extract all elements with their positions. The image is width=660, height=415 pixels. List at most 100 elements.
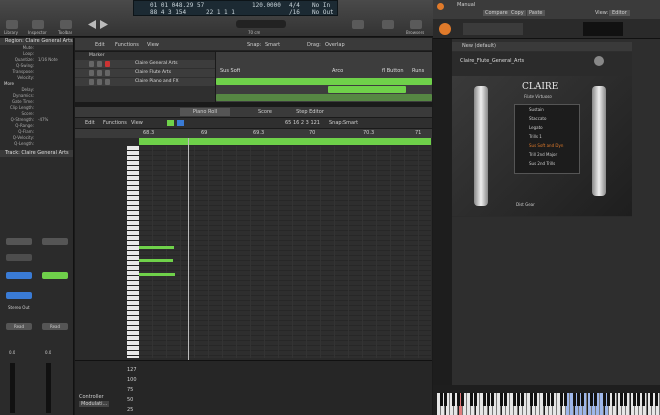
region-title[interactable]: Region: Claire General Arts xyxy=(0,38,73,45)
copy-button[interactable]: Copy xyxy=(509,10,526,16)
track-title[interactable]: Track: Claire General Arts xyxy=(0,150,73,157)
track-row[interactable]: Claire General Arts xyxy=(75,60,215,68)
arrange-area[interactable]: Sus Soft Arco fl Button Runs xyxy=(216,52,432,102)
controller-select[interactable]: Modulati... xyxy=(79,401,110,407)
piano-black-key[interactable] xyxy=(620,393,624,406)
piano-black-key[interactable] xyxy=(624,393,628,406)
solo-button[interactable] xyxy=(97,70,102,76)
marker-fl-button[interactable]: fl Button xyxy=(382,68,404,74)
read-button-2[interactable]: Read xyxy=(42,323,68,330)
piano-black-key[interactable] xyxy=(641,393,645,406)
editor-edit-menu[interactable]: Edit xyxy=(85,120,95,126)
piano-black-key[interactable] xyxy=(602,393,606,406)
piano-black-key[interactable] xyxy=(469,393,473,406)
piano-black-key[interactable] xyxy=(650,393,654,406)
track-name[interactable]: Claire General Arts xyxy=(135,60,178,68)
tracks-drag-value[interactable]: Overlap xyxy=(325,42,345,48)
qstrength-value[interactable]: -47% xyxy=(38,117,48,122)
articulation-item[interactable]: Sustain xyxy=(515,105,579,114)
adjust-icon[interactable] xyxy=(32,20,44,29)
midi-note[interactable] xyxy=(139,246,174,249)
tracks-view-menu[interactable]: View xyxy=(147,42,159,48)
marker-runs[interactable]: Runs xyxy=(412,68,424,74)
articulation-item[interactable]: Legato xyxy=(515,123,579,132)
marker-arco[interactable]: Arco xyxy=(332,68,343,74)
view-select[interactable]: Editor xyxy=(609,10,630,16)
kontakt-keyboard[interactable] xyxy=(433,385,660,415)
piano-black-key[interactable] xyxy=(516,393,520,406)
piano-black-key[interactable] xyxy=(439,393,443,406)
piano-roll[interactable] xyxy=(75,138,432,360)
piano-black-key[interactable] xyxy=(551,393,555,406)
piano-black-key[interactable] xyxy=(564,393,568,406)
solo-button[interactable] xyxy=(97,61,102,67)
kontakt-nav-buttons[interactable] xyxy=(463,23,523,35)
instrument-name[interactable]: Claire_Flute_General_Arts xyxy=(460,58,524,64)
piano-black-key[interactable] xyxy=(499,393,503,406)
piano-black-key[interactable] xyxy=(486,393,490,406)
piano-black-key[interactable] xyxy=(547,393,550,406)
piano-black-key[interactable] xyxy=(590,393,593,406)
piano-black-key[interactable] xyxy=(577,393,581,406)
piano-black-key[interactable] xyxy=(452,393,456,406)
piano-black-key[interactable] xyxy=(611,393,615,406)
midi-note[interactable] xyxy=(139,273,175,276)
send-slot[interactable] xyxy=(6,292,32,299)
piano-black-key[interactable] xyxy=(491,393,495,406)
piano-black-key[interactable] xyxy=(654,393,658,406)
piano-black-key[interactable] xyxy=(456,393,460,406)
tracks-functions-menu[interactable]: Functions xyxy=(115,42,139,48)
articulation-item[interactable]: Sus Soft and Dyn xyxy=(515,141,579,150)
tracks-snap-value[interactable]: Smart xyxy=(265,42,280,48)
volume-fader-2[interactable] xyxy=(46,363,51,413)
play-icon[interactable] xyxy=(100,20,108,29)
piano-black-key[interactable] xyxy=(473,393,477,406)
articulation-item[interactable]: Staccato xyxy=(515,114,579,123)
rewind-icon[interactable] xyxy=(88,20,96,29)
piano-black-key[interactable] xyxy=(482,393,486,406)
piano-black-key[interactable] xyxy=(521,393,525,406)
mute-button[interactable] xyxy=(89,61,94,67)
piano-keyboard[interactable] xyxy=(127,146,139,358)
track-name[interactable]: Claire Flute Arts xyxy=(135,69,171,77)
paste-button[interactable]: Paste xyxy=(527,10,545,16)
volume-fader[interactable] xyxy=(10,363,15,413)
groups-icon[interactable] xyxy=(60,20,72,29)
kontakt-sidebar[interactable] xyxy=(433,39,452,385)
piano-black-key[interactable] xyxy=(594,393,598,406)
piano-black-key[interactable] xyxy=(542,393,546,406)
piano-black-key[interactable] xyxy=(559,393,563,406)
list-editors-icon[interactable] xyxy=(352,20,364,29)
midi-note[interactable] xyxy=(139,259,173,262)
note-grid[interactable] xyxy=(139,146,431,358)
piano-black-key[interactable] xyxy=(637,393,641,406)
power-icon[interactable] xyxy=(437,3,444,10)
instrument-slot[interactable] xyxy=(6,272,32,279)
piano-black-key[interactable] xyxy=(633,393,636,406)
compare-button[interactable]: Compare xyxy=(483,10,510,16)
record-button[interactable] xyxy=(105,79,110,85)
tab-score[interactable]: Score xyxy=(245,108,285,116)
piano-black-key[interactable] xyxy=(504,393,507,406)
track-row[interactable]: Claire Flute Arts xyxy=(75,69,215,77)
articulation-item[interactable]: Trill 2nd Major xyxy=(515,150,579,159)
playhead[interactable] xyxy=(188,138,189,360)
record-button[interactable] xyxy=(105,61,110,67)
region-header-bar[interactable] xyxy=(139,138,431,145)
tab-piano-roll[interactable]: Piano Roll xyxy=(180,108,230,116)
quantize-value[interactable]: 1/16 Note xyxy=(38,57,58,62)
inspector-icon[interactable] xyxy=(6,20,18,29)
tracks-edit-menu[interactable]: Edit xyxy=(95,42,105,48)
zoom-slider[interactable] xyxy=(236,20,286,28)
track-row[interactable]: Claire Piano and FX xyxy=(75,78,215,86)
piano-black-key[interactable] xyxy=(461,393,464,406)
setting-button-2[interactable] xyxy=(42,238,68,245)
tune-knob[interactable] xyxy=(594,56,604,66)
piano-black-key[interactable] xyxy=(443,393,447,406)
eq-button[interactable] xyxy=(6,254,32,261)
piano-black-key[interactable] xyxy=(607,393,611,406)
qlength-row[interactable]: Q-Length: xyxy=(0,141,73,147)
marker-track[interactable]: Marker xyxy=(75,52,215,60)
browser-icon[interactable] xyxy=(410,20,422,29)
articulation-item[interactable]: Sus 2nd Trills xyxy=(515,159,579,168)
